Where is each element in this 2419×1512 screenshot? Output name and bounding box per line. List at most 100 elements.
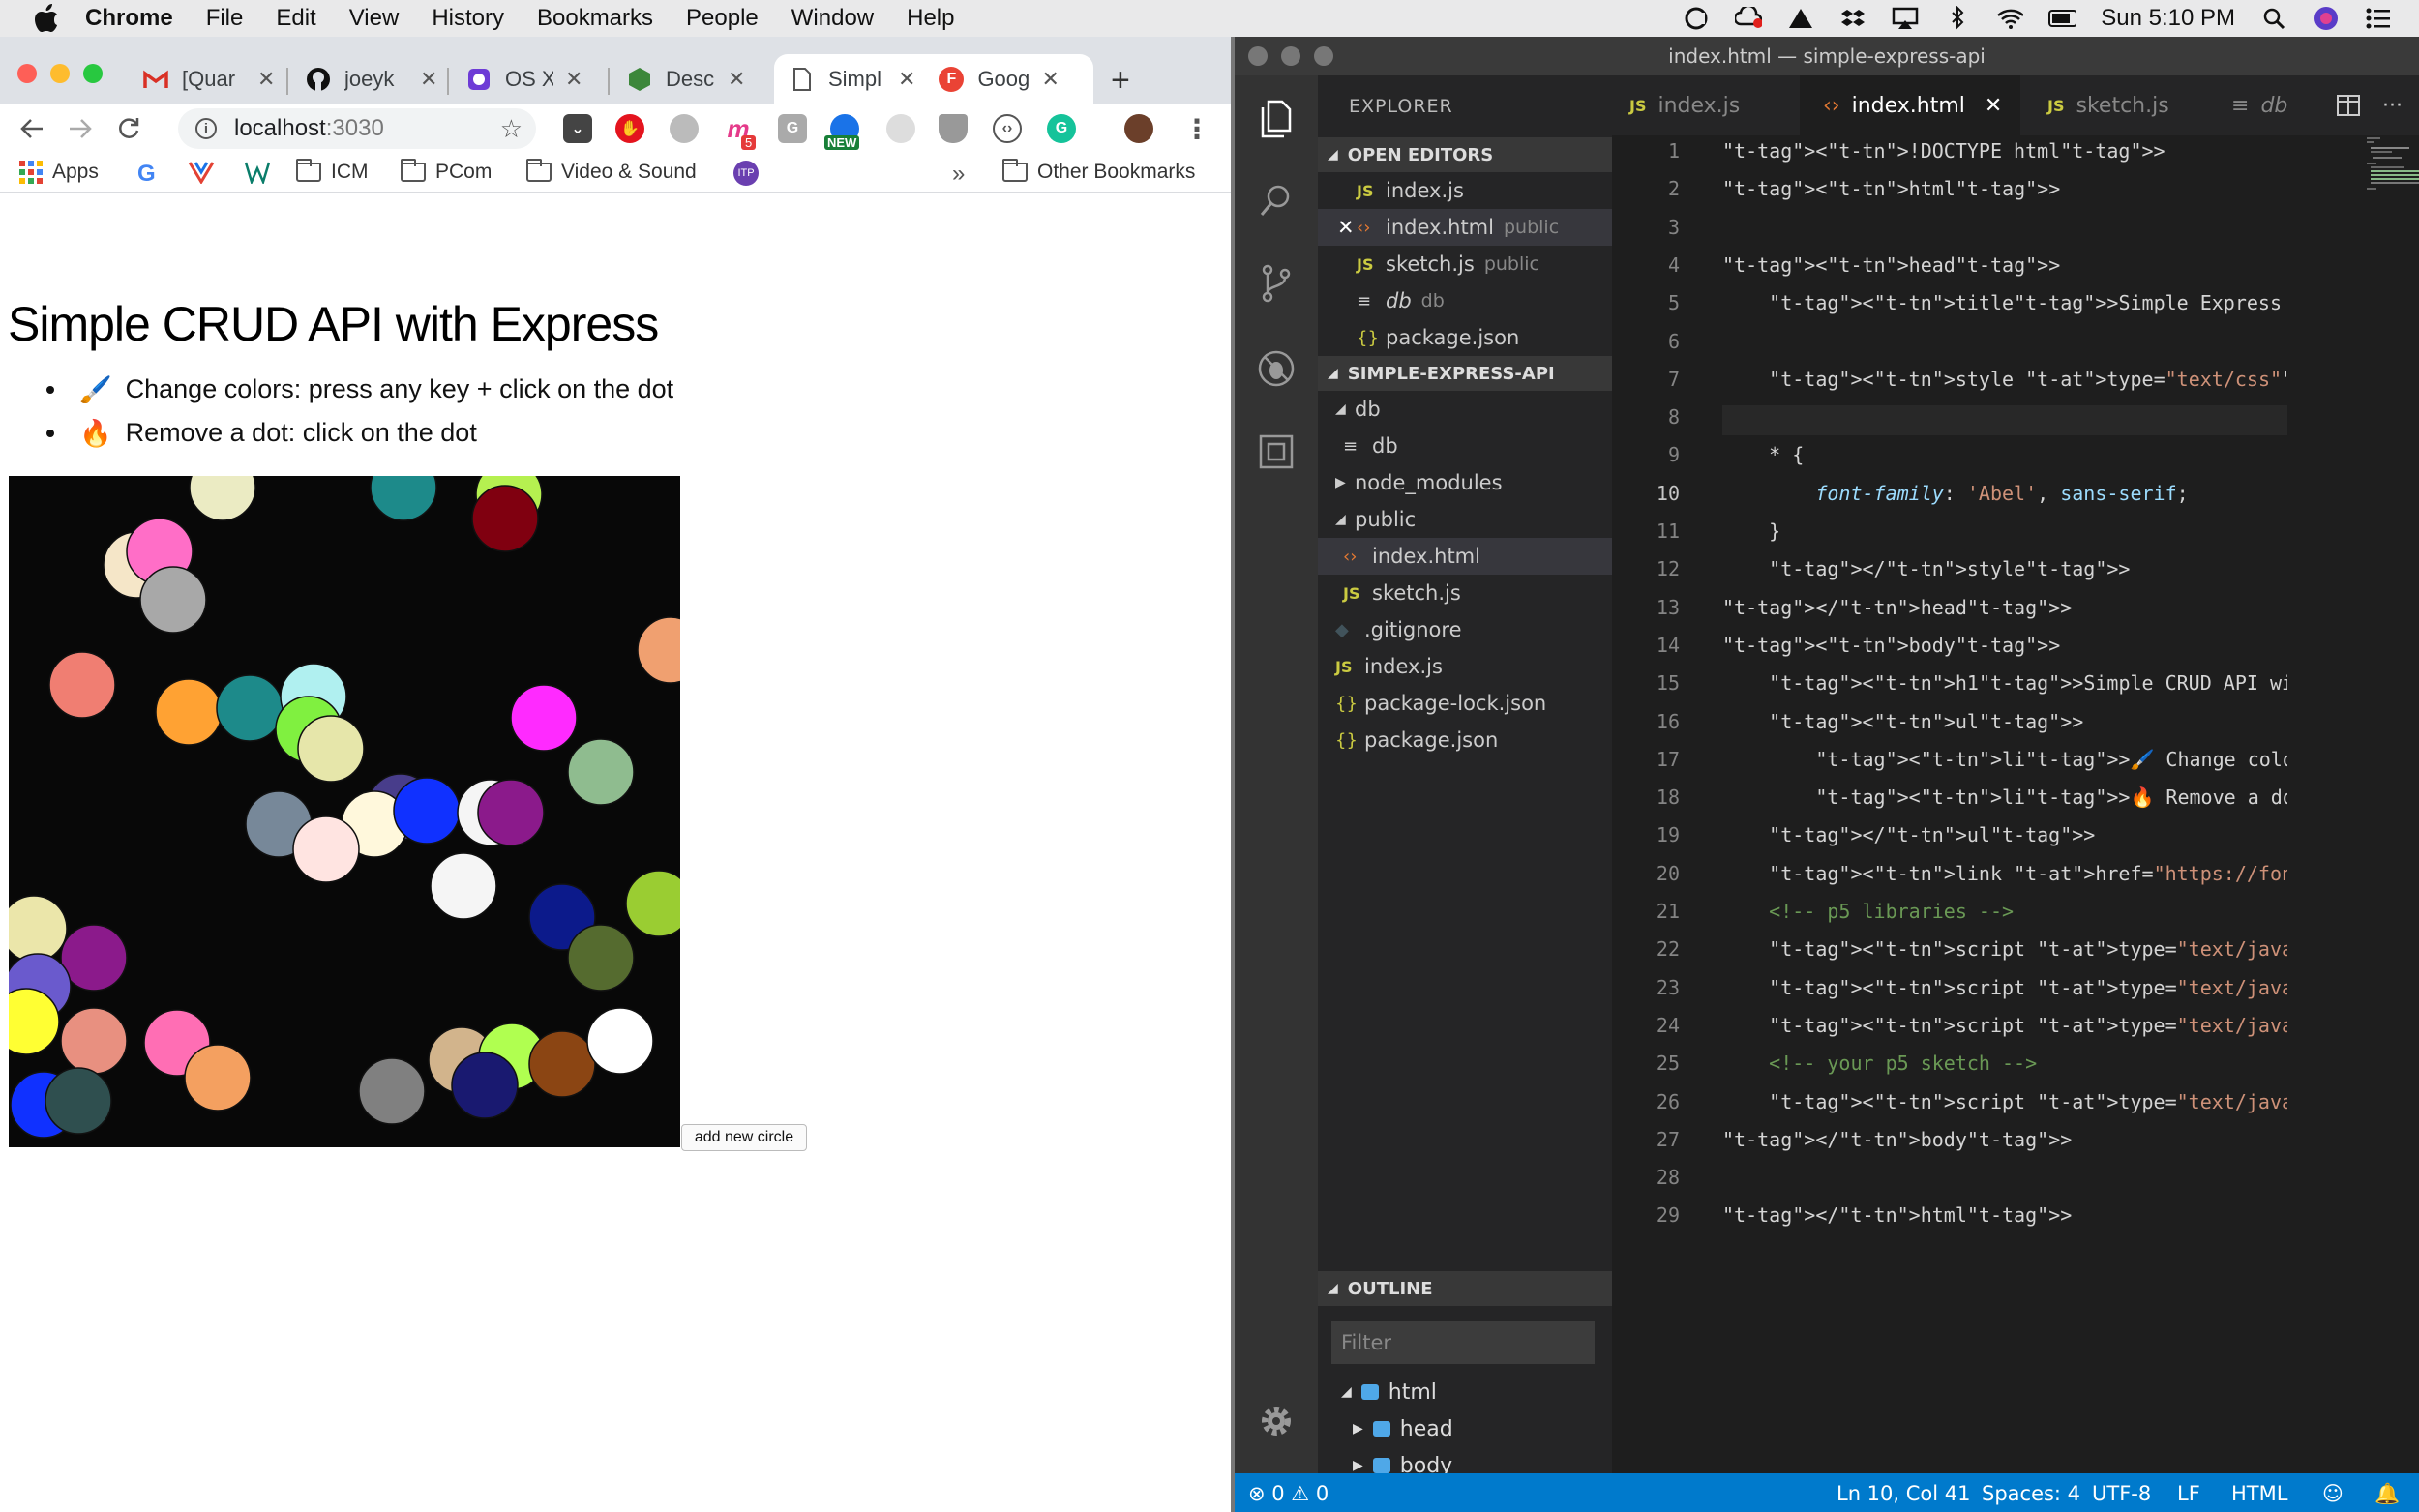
canvas-dot[interactable] (370, 476, 437, 521)
tree-item-node_modules[interactable]: ▶ node_modules (1318, 464, 1612, 501)
outline-section[interactable]: ◢ OUTLINE (1318, 1271, 1612, 1306)
canvas-dot[interactable] (189, 476, 256, 521)
canvas-dot[interactable] (292, 815, 360, 883)
tab-sketch-js[interactable]: JS sketch.js (2047, 75, 2202, 135)
extensions-icon[interactable] (1254, 430, 1299, 474)
tree-item-package-json[interactable]: {} package.json (1318, 722, 1612, 758)
project-section[interactable]: ◢ SIMPLE-EXPRESS-API (1318, 356, 1612, 391)
explorer-files-icon[interactable] (1254, 97, 1299, 141)
dropbox-icon[interactable] (1839, 7, 1867, 30)
outline-item-head[interactable]: ▶ head (1353, 1410, 1453, 1447)
canvas-dot[interactable] (358, 1057, 426, 1125)
grammarly-extension-icon[interactable]: G (1047, 114, 1076, 143)
minimize-window-button[interactable] (50, 64, 70, 83)
w-bookmark-icon[interactable] (244, 161, 271, 184)
menu-app-name[interactable]: Chrome (85, 5, 173, 32)
clock[interactable]: Sun 5:10 PM (2101, 5, 2235, 32)
close-tab-icon[interactable]: ✕ (898, 67, 915, 92)
feedback-smiley-icon[interactable]: ☺ (2322, 1482, 2344, 1505)
bookmark-star-icon[interactable]: ☆ (500, 114, 523, 144)
canvas-dot[interactable] (45, 1067, 112, 1135)
tab-node[interactable]: Desc ✕ (627, 54, 745, 104)
settings-gear-icon[interactable] (1254, 1399, 1299, 1443)
close-window-button[interactable] (17, 64, 37, 83)
tree-item-public[interactable]: ◢ public (1318, 501, 1612, 538)
canvas-dot[interactable] (430, 852, 497, 920)
tab-github[interactable]: joeyk ✕ (306, 54, 437, 104)
moon-extension-icon[interactable] (886, 114, 915, 143)
canvas-dot[interactable] (297, 715, 365, 783)
tab-osx[interactable]: OS X ✕ (466, 54, 582, 104)
tab-gmail[interactable]: [Quar ✕ (143, 54, 275, 104)
tab-index-js[interactable]: JS index.js (1629, 75, 1796, 135)
indentation[interactable]: Spaces: 4 (1982, 1482, 2080, 1505)
source-control-icon[interactable] (1254, 261, 1299, 306)
menu-window[interactable]: Window (791, 5, 874, 32)
wifi-icon[interactable] (1996, 7, 2024, 30)
minimize-window-button[interactable] (1281, 46, 1300, 66)
canvas-dot[interactable] (9, 895, 68, 963)
close-tab-icon[interactable]: ✕ (1985, 94, 2002, 118)
tree-item--gitignore[interactable]: ◆ .gitignore (1318, 611, 1612, 648)
menu-edit[interactable]: Edit (276, 5, 315, 32)
canvas-dot[interactable] (477, 779, 545, 846)
canvas-dot[interactable] (451, 1052, 519, 1119)
close-window-button[interactable] (1248, 46, 1268, 66)
battery-icon[interactable] (2048, 7, 2076, 30)
canvas-dot[interactable] (60, 924, 128, 992)
bookmark-pcom[interactable]: PCom (401, 159, 492, 184)
reload-button[interactable] (105, 109, 153, 148)
language-mode[interactable]: HTML (2231, 1482, 2287, 1505)
line-ending[interactable]: LF (2177, 1482, 2200, 1505)
menu-help[interactable]: Help (907, 5, 954, 32)
tree-item-index-js[interactable]: JS index.js (1318, 648, 1612, 685)
menu-people[interactable]: People (686, 5, 759, 32)
info-icon[interactable]: i (195, 118, 217, 139)
tab-index-html[interactable]: ‹› index.html ✕ (1800, 75, 2020, 135)
canvas-dot[interactable] (528, 1030, 596, 1098)
tree-item-package-lock-json[interactable]: {} package-lock.json (1318, 685, 1612, 722)
pocket-extension-icon[interactable]: ⌄ (563, 114, 592, 143)
tab-db[interactable]: ≡ db (2231, 75, 2309, 135)
canvas-dot[interactable] (637, 616, 680, 684)
cloud-app-icon[interactable] (1683, 7, 1710, 30)
drive-upload-icon[interactable] (1787, 7, 1814, 30)
forward-button[interactable] (56, 109, 105, 148)
code-extension-icon[interactable]: ‹› (993, 114, 1022, 143)
add-new-circle-button[interactable]: add new circle (681, 1124, 807, 1151)
outline-item-html[interactable]: ◢ html (1341, 1374, 1437, 1410)
code-editor[interactable]: 1 "t-tag"><"t-tn">!DOCTYPE html"t-tag">> 2… (1612, 135, 2419, 1473)
back-button[interactable] (8, 109, 56, 148)
canvas-dot[interactable] (60, 1007, 128, 1075)
outline-filter-input[interactable]: Filter (1331, 1321, 1595, 1364)
canvas-dot[interactable] (471, 485, 539, 552)
close-tab-icon[interactable]: ✕ (565, 67, 582, 92)
g-extension-icon[interactable]: G (778, 114, 807, 143)
tree-item-index-html[interactable]: ‹› index.html (1318, 538, 1612, 575)
close-tab-icon[interactable]: ✕ (1041, 67, 1059, 92)
bookmark-icm[interactable]: ICM (296, 159, 369, 184)
airplay-icon[interactable] (1892, 7, 1919, 30)
notifications-bell-icon[interactable]: 🔔 (2374, 1482, 2400, 1506)
open-editor-package-json[interactable]: {} package.json (1318, 319, 1612, 356)
apple-icon[interactable] (29, 4, 64, 33)
google-bookmark-icon[interactable]: G (137, 161, 156, 188)
menu-view[interactable]: View (349, 5, 400, 32)
tab-simple-active[interactable]: Simpl ✕ F Goog ✕ (774, 54, 1093, 104)
canvas-dot[interactable] (184, 1044, 252, 1112)
zoom-window-button[interactable] (1314, 46, 1333, 66)
profile-avatar[interactable] (1124, 114, 1153, 143)
canvas-dot[interactable] (567, 738, 635, 806)
canvas-dot[interactable] (567, 924, 635, 992)
open-editor-db[interactable]: ≡ db db (1318, 282, 1612, 319)
close-tab-icon[interactable]: ✕ (257, 67, 275, 92)
canvas-dot[interactable] (586, 1007, 654, 1075)
tree-item-db[interactable]: ≡ db (1318, 428, 1612, 464)
more-bookmarks-chevron-icon[interactable]: » (952, 161, 965, 188)
canvas-dot[interactable] (48, 651, 116, 719)
p5-canvas[interactable] (9, 476, 680, 1147)
canvas-dot[interactable] (139, 566, 207, 634)
menu-file[interactable]: File (206, 5, 244, 32)
debug-no-bug-icon[interactable] (1254, 346, 1299, 391)
canvas-dot[interactable] (155, 678, 223, 746)
